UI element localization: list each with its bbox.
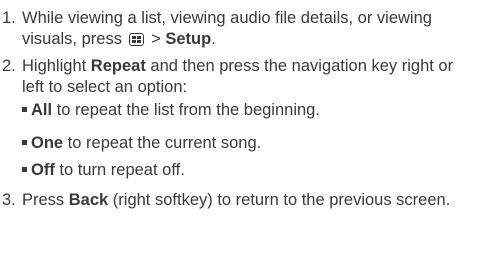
step-3-text-before: Press: [22, 191, 69, 209]
option-all: All to repeat the list from the beginnin…: [22, 100, 320, 121]
square-bullet-icon: [22, 167, 27, 172]
step-2-number: 2.: [2, 57, 16, 75]
menu-key-icon: [128, 33, 144, 46]
square-bullet-icon: [22, 140, 27, 145]
step-1: 1. While viewing a list, viewing audio f…: [0, 8, 477, 50]
step-3-number: 3.: [2, 191, 16, 209]
step-3-text: Press Back (right softkey) to return to …: [22, 190, 477, 211]
step-2-text-before: Highlight: [22, 57, 91, 75]
step-2-repeat-term: Repeat: [90, 57, 146, 75]
step-2: 2. Highlight Repeat and then press the n…: [0, 56, 477, 98]
step-1-text: While viewing a list, viewing audio file…: [22, 8, 477, 50]
step-1-number: 1.: [2, 9, 16, 27]
step-3: 3. Press Back (right softkey) to return …: [0, 190, 477, 211]
option-off-text: to turn repeat off.: [54, 161, 185, 179]
square-bullet-icon: [22, 107, 27, 112]
option-one-text: to repeat the current song.: [63, 134, 262, 152]
step-1-setup-term: Setup: [165, 30, 212, 48]
step-3-back-term: Back: [68, 191, 109, 209]
option-off-term: Off: [31, 161, 55, 179]
option-off: Off to turn repeat off.: [22, 160, 185, 181]
step-1-text-after: .: [211, 30, 216, 48]
step-2-text: Highlight Repeat and then press the navi…: [22, 56, 477, 98]
option-all-term: All: [31, 101, 53, 119]
option-all-text: to repeat the list from the beginning.: [52, 101, 320, 119]
step-1-separator: >: [146, 30, 166, 48]
step-3-text-after: (right softkey) to return to the previou…: [108, 191, 451, 209]
step-1-text-before: While viewing a list, viewing audio file…: [22, 9, 432, 48]
option-one: One to repeat the current song.: [22, 133, 261, 154]
option-one-term: One: [31, 134, 64, 152]
instruction-document: 1. While viewing a list, viewing audio f…: [0, 0, 488, 258]
